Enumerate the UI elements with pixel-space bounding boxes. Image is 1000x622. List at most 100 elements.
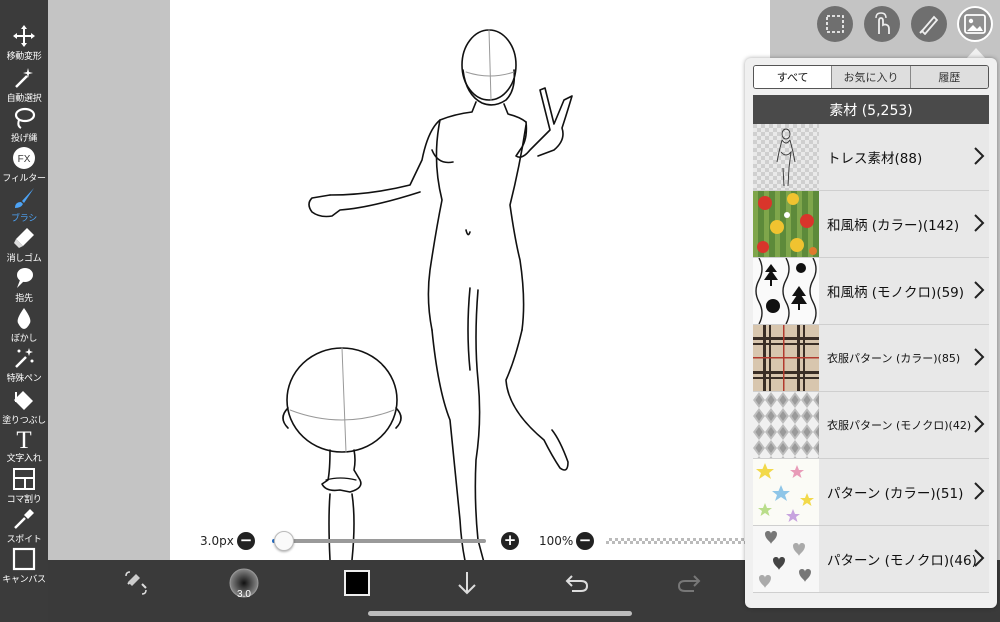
drawing-canvas[interactable] (170, 0, 770, 560)
undo-button[interactable] (562, 568, 592, 598)
chevron-right-icon (974, 482, 985, 500)
text-icon: T (16, 427, 31, 450)
material-category-item[interactable]: 和風柄 (カラー)(142) (753, 191, 989, 258)
undo-icon (565, 575, 589, 592)
tool-label: 消しゴム (6, 254, 42, 264)
figure-sketch (282, 29, 573, 560)
brush-size-minus-button[interactable]: − (237, 532, 255, 550)
material-category-list: トレス素材(88) 和風柄 (カラー)(142) 和風柄 (モノクロ)(59) … (753, 124, 989, 593)
tool-lasso[interactable]: 投げ縄 (0, 106, 48, 146)
material-category-item[interactable]: 衣服パターン (モノクロ)(42) (753, 392, 989, 459)
tool-label: 指先 (15, 294, 33, 304)
swap-brush-eraser-button[interactable] (118, 568, 154, 598)
zoom-minus-button[interactable]: − (576, 532, 594, 550)
tool-label: 塗りつぶし (2, 416, 46, 426)
material-category-item[interactable]: トレス素材(88) (753, 124, 989, 191)
panel-divide-icon (13, 468, 35, 490)
touch-hand-icon (875, 12, 890, 34)
chevron-right-icon (974, 415, 985, 433)
tab-favorites[interactable]: お気に入り (831, 66, 910, 88)
opacity-slider[interactable] (606, 538, 750, 544)
blur-drop-icon (17, 308, 31, 329)
material-category-item[interactable]: パターン (カラー)(51) (753, 459, 989, 526)
tool-label: ぼかし (10, 334, 38, 344)
lasso-icon (14, 107, 36, 129)
material-category-item[interactable]: パターン (モノクロ)(46) (753, 526, 989, 593)
chevron-right-icon (974, 549, 985, 567)
tool-label: キャンバス (2, 575, 46, 585)
chevron-right-icon (974, 281, 985, 299)
tool-special-pen[interactable]: 特殊ペン (0, 346, 48, 386)
tool-move[interactable]: 移動変形 (0, 24, 48, 64)
tool-label: 特殊ペン (6, 374, 42, 384)
chevron-right-icon (974, 348, 985, 366)
svg-text:3.0: 3.0 (237, 589, 251, 599)
material-count-header: 素材 (5,253) (753, 95, 989, 124)
category-label: 衣服パターン (モノクロ)(42) (827, 419, 972, 432)
material-category-item[interactable]: 衣服パターン (カラー)(85) (753, 325, 989, 392)
svg-text:FX: FX (18, 154, 31, 165)
tool-blur[interactable]: ぼかし (0, 306, 48, 346)
eyedropper-icon (14, 509, 34, 529)
tool-label: 投げ縄 (10, 134, 38, 144)
brush-size-label: 3.0px (200, 534, 234, 548)
current-color-button[interactable] (342, 568, 372, 598)
category-label: トレス素材(88) (827, 151, 923, 167)
canvas-icon (12, 547, 36, 571)
category-thumbnail (753, 392, 819, 458)
tool-filter[interactable]: FX フィルター (0, 146, 48, 186)
tool-label: フィルター (2, 174, 46, 184)
category-label: 和風柄 (カラー)(142) (827, 218, 960, 234)
material-panel: すべて お気に入り 履歴 素材 (5,253) トレス素材(88) 和風柄 (カ… (745, 58, 997, 608)
brush-size-plus-button[interactable]: + (501, 532, 519, 550)
fx-filter-icon: FX (13, 147, 35, 169)
tool-finger[interactable]: 指先 (0, 266, 48, 306)
touch-mode-button[interactable] (864, 6, 900, 42)
move-arrows-icon (13, 25, 35, 47)
tool-brush[interactable]: ブラシ (0, 186, 48, 226)
magic-wand-icon (15, 68, 33, 88)
tool-text[interactable]: T 文字入れ (0, 426, 48, 466)
selection-tool-button[interactable] (817, 6, 853, 42)
arrow-down-icon (458, 572, 476, 595)
eraser-icon (14, 228, 34, 248)
tool-eraser[interactable]: 消しゴム (0, 226, 48, 266)
tool-eyedropper[interactable]: スポイト (0, 507, 48, 547)
home-indicator (368, 611, 632, 616)
tab-all[interactable]: すべて (754, 66, 832, 88)
svg-text:T: T (16, 427, 31, 450)
category-thumbnail (753, 459, 819, 525)
redo-button[interactable] (674, 568, 704, 598)
category-label: パターン (カラー)(51) (827, 486, 964, 502)
zoom-level-label: 100% (539, 534, 574, 548)
chevron-right-icon (974, 214, 985, 232)
tool-label: 自動選択 (6, 94, 42, 104)
category-thumbnail (753, 325, 819, 391)
tool-bar: 移動変形 自動選択 投げ縄 FX フィルター ブラシ 消しゴム 指先 ぼかし 特… (0, 0, 48, 622)
category-label: 衣服パターン (カラー)(85) (827, 352, 961, 365)
tool-fill[interactable]: 塗りつぶし (0, 388, 48, 428)
material-image-icon (964, 14, 986, 34)
tab-history[interactable]: 履歴 (909, 66, 988, 88)
tool-magic-wand[interactable]: 自動選択 (0, 66, 48, 106)
tool-canvas[interactable]: キャンバス (0, 547, 48, 587)
brush-size-slider[interactable] (272, 539, 486, 543)
tool-label: 移動変形 (6, 52, 42, 62)
selection-rect-icon (826, 15, 844, 33)
brush-icon (15, 188, 34, 208)
tool-label: スポイト (6, 535, 42, 545)
redo-icon (677, 575, 701, 592)
category-thumbnail (753, 526, 819, 592)
material-button[interactable] (957, 6, 993, 42)
layer-down-button[interactable] (452, 568, 482, 598)
special-pen-icon (15, 348, 34, 368)
material-category-item[interactable]: 和風柄 (モノクロ)(59) (753, 258, 989, 325)
swap-brush-eraser-icon (125, 571, 147, 595)
category-label: パターン (モノクロ)(46) (827, 553, 977, 569)
tool-label: ブラシ (11, 214, 37, 224)
ruler-button[interactable] (911, 6, 947, 42)
tool-panel-divide[interactable]: コマ割り (0, 467, 48, 507)
tool-label: コマ割り (6, 495, 42, 505)
brush-preview-button[interactable]: 3.0 (226, 568, 262, 599)
current-color-swatch (344, 570, 370, 596)
